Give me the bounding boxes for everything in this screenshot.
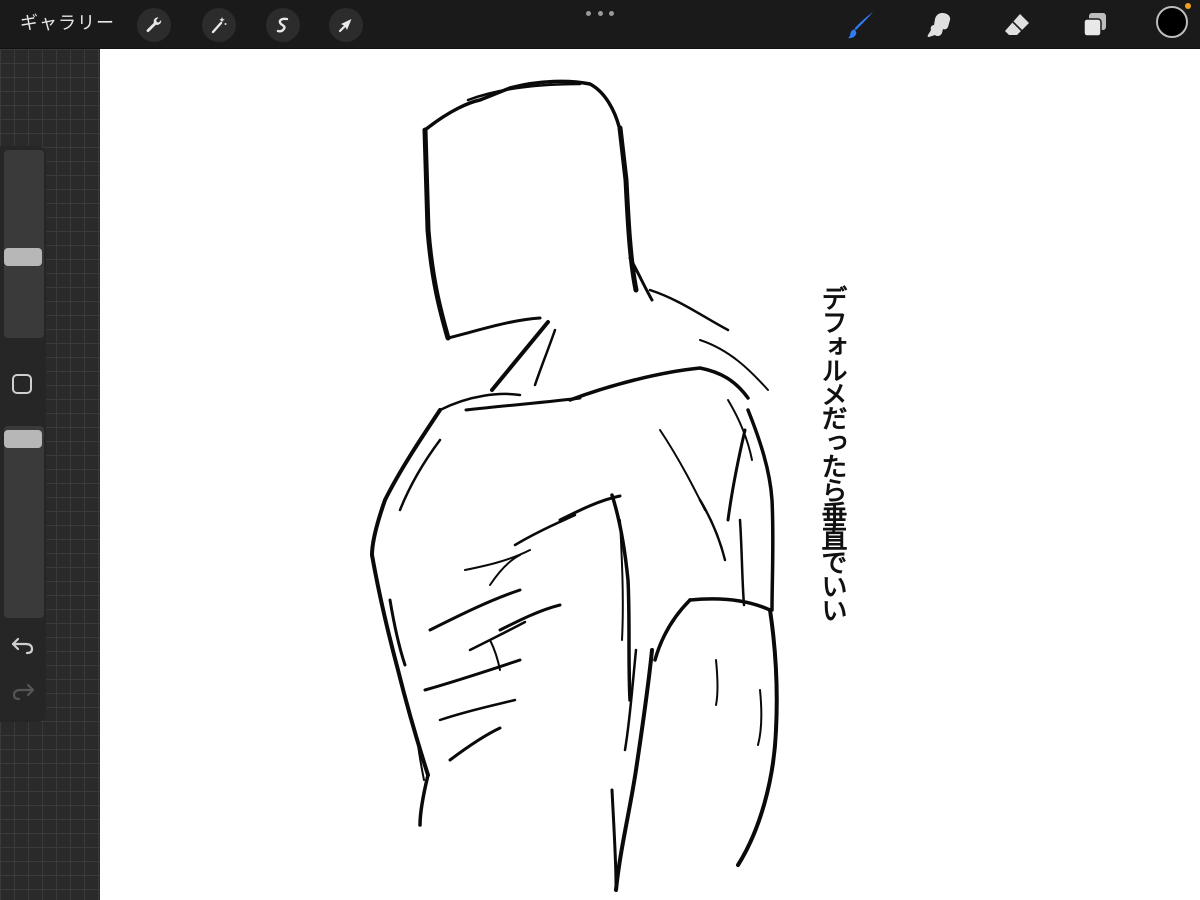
figure-sketch	[370, 79, 779, 892]
layers-button[interactable]	[1078, 8, 1112, 42]
actions-button[interactable]	[137, 8, 171, 42]
opacity-slider[interactable]	[4, 426, 44, 618]
gallery-button[interactable]: ギャラリー	[20, 12, 115, 36]
eraser-tool-button[interactable]	[1000, 8, 1034, 42]
magic-wand-icon	[211, 17, 227, 34]
smudge-tool-button[interactable]	[922, 8, 956, 42]
wrench-icon	[146, 17, 162, 33]
brush-size-slider[interactable]	[4, 150, 44, 338]
modify-button[interactable]	[12, 374, 32, 394]
eraser-icon	[1005, 14, 1029, 35]
drawing-canvas[interactable]: デフォルメだったら垂直でいい	[100, 49, 1200, 900]
color-picker-button[interactable]	[1156, 3, 1191, 38]
redo-arrow-icon[interactable]	[10, 680, 36, 702]
transform-button[interactable]	[329, 8, 363, 42]
adjustments-button[interactable]	[202, 8, 236, 42]
selection-button[interactable]	[266, 8, 300, 42]
brush-size-slider-thumb[interactable]	[4, 248, 42, 266]
brush-tool-button[interactable]	[844, 8, 878, 42]
opacity-slider-thumb[interactable]	[4, 430, 42, 448]
handwritten-note: デフォルメだったら垂直でいい	[817, 285, 847, 621]
layers-icon	[1083, 13, 1106, 37]
left-sidebar	[0, 146, 46, 722]
more-options-dots-icon[interactable]	[586, 6, 614, 20]
color-indicator-dot	[1185, 3, 1191, 9]
undo-arrow-icon[interactable]	[10, 634, 36, 656]
brush-icon	[848, 12, 873, 39]
smudge-icon	[927, 13, 951, 37]
selection-icon	[276, 17, 289, 33]
transform-arrow-icon	[338, 19, 352, 33]
top-toolbar: ギャラリー	[0, 0, 1200, 49]
